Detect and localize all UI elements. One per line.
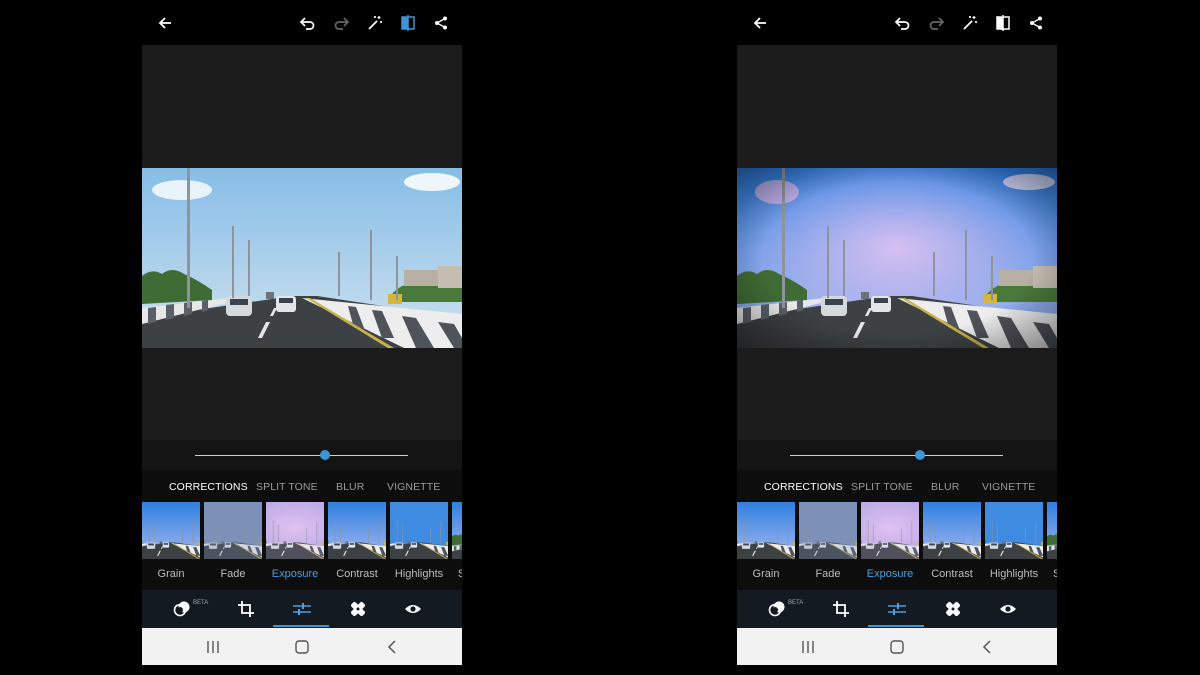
label-exposure: Exposure [271,568,319,580]
label-fade: Fade [815,568,841,580]
label-exposure: Exposure [866,568,914,580]
label-contrast: Contrast [931,568,973,580]
thumb-fade[interactable] [204,502,262,559]
back-icon[interactable] [979,639,995,655]
share-icon[interactable] [1026,13,1046,33]
thumb-next[interactable] [452,502,462,559]
label-grain: Grain [752,568,780,580]
tab-vignette[interactable]: VIGNETTE [982,481,1035,493]
label-highlights: Highlights [394,568,444,580]
tab-split-tone[interactable]: SPLIT TONE [256,481,318,493]
label-highlights: Highlights [989,568,1039,580]
system-navbar [142,628,462,665]
thumb-grain[interactable] [737,502,795,559]
back-icon[interactable] [384,639,400,655]
photo-edited[interactable] [737,168,1057,348]
active-tool-indicator [273,625,329,627]
active-tool-indicator [868,625,924,627]
slider-track[interactable] [790,455,1003,456]
back-arrow-icon[interactable] [155,13,175,33]
heal-icon[interactable] [349,600,367,618]
thumb-exposure[interactable] [861,502,919,559]
thumb-exposure[interactable] [266,502,324,559]
thumb-next[interactable] [1047,502,1057,559]
compare-icon[interactable] [398,13,418,33]
looks-icon[interactable] [173,600,191,618]
auto-fix-wand-icon[interactable] [960,13,980,33]
crop-icon[interactable] [237,600,255,618]
adjustments-icon[interactable] [292,600,312,618]
photo-original[interactable] [142,168,462,348]
phone-before: CORRECTIONS SPLIT TONE BLUR VIGNETTE Gra… [142,0,462,675]
slider-knob[interactable] [319,450,330,460]
category-tabs: CORRECTIONS SPLIT TONE BLUR VIGNETTE [142,470,462,500]
tab-vignette[interactable]: VIGNETTE [387,481,440,493]
thumb-fade[interactable] [799,502,857,559]
label-next: S [1053,568,1057,580]
home-icon[interactable] [889,639,905,655]
beta-badge: BETA [193,600,209,606]
thumb-highlights[interactable] [985,502,1043,559]
system-navbar [737,628,1057,665]
tab-blur[interactable]: BLUR [931,481,959,493]
share-icon[interactable] [431,13,451,33]
adjustment-strip: Grain Fade Exposure Contrast Highlights … [737,500,1057,590]
thumb-contrast[interactable] [923,502,981,559]
label-next: S [458,568,462,580]
looks-icon[interactable] [768,600,786,618]
redo-icon[interactable] [332,13,352,33]
category-tabs: CORRECTIONS SPLIT TONE BLUR VIGNETTE [737,470,1057,500]
label-grain: Grain [157,568,185,580]
compare-icon[interactable] [993,13,1013,33]
thumb-contrast[interactable] [328,502,386,559]
tab-split-tone[interactable]: SPLIT TONE [851,481,913,493]
phone-after: CORRECTIONS SPLIT TONE BLUR VIGNETTE Gra… [737,0,1057,675]
bottom-toolbar: BETA [142,590,462,628]
slider-track[interactable] [195,455,408,456]
photo-canvas [142,45,462,440]
slider-knob[interactable] [914,450,925,460]
heal-icon[interactable] [944,600,962,618]
adjustment-slider[interactable] [142,440,462,470]
crop-icon[interactable] [832,600,850,618]
adjustments-icon[interactable] [887,600,907,618]
tab-corrections[interactable]: CORRECTIONS [169,481,248,493]
label-fade: Fade [220,568,246,580]
auto-fix-wand-icon[interactable] [365,13,385,33]
back-arrow-icon[interactable] [750,13,770,33]
preview-eye-icon[interactable] [404,600,422,618]
redo-icon[interactable] [927,13,947,33]
preview-eye-icon[interactable] [999,600,1017,618]
thumb-grain[interactable] [142,502,200,559]
recents-icon[interactable] [205,639,221,655]
bottom-toolbar: BETA [737,590,1057,628]
tab-blur[interactable]: BLUR [336,481,364,493]
top-bar [737,0,1057,45]
adjustment-slider[interactable] [737,440,1057,470]
undo-icon[interactable] [892,13,912,33]
home-icon[interactable] [294,639,310,655]
tab-corrections[interactable]: CORRECTIONS [764,481,843,493]
top-bar [142,0,462,45]
undo-icon[interactable] [297,13,317,33]
label-contrast: Contrast [336,568,378,580]
recents-icon[interactable] [800,639,816,655]
photo-canvas [737,45,1057,440]
thumb-highlights[interactable] [390,502,448,559]
adjustment-strip: Grain Fade Exposure Contrast Highlights … [142,500,462,590]
beta-badge: BETA [788,600,804,606]
